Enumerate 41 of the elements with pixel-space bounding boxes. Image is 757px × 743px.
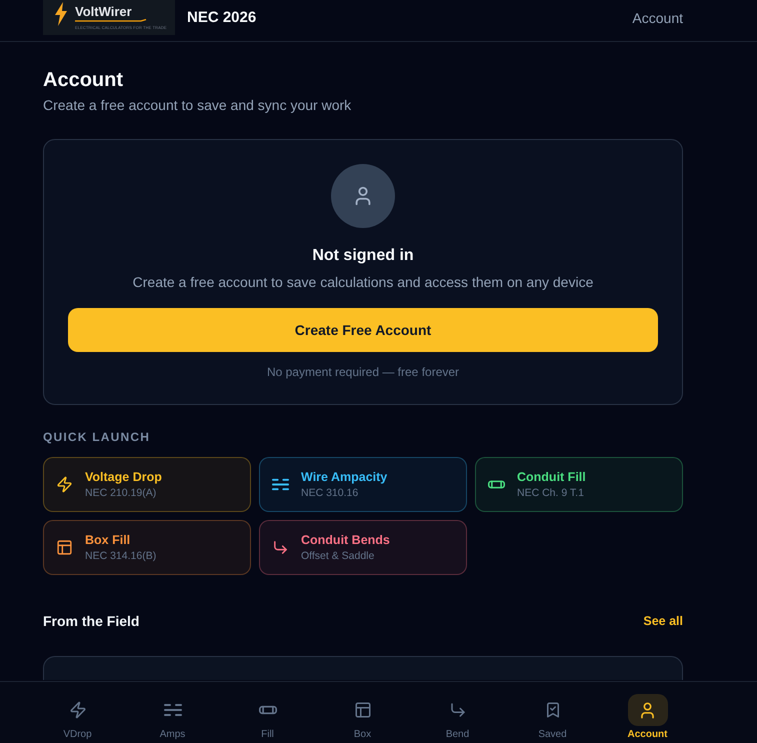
create-account-button[interactable]: Create Free Account: [68, 308, 658, 352]
page-title: Account: [43, 68, 124, 92]
quick-launch-card[interactable]: Conduit Bends Offset & Saddle: [259, 520, 467, 575]
lightning-icon: [68, 701, 86, 719]
swoosh-icon: [75, 19, 147, 23]
section-title: From the Field: [43, 612, 140, 631]
logo-text: VoltWirer: [75, 5, 133, 19]
code-reference: NEC 310.16: [301, 486, 360, 500]
nav-tab[interactable]: Box: [315, 682, 410, 743]
nav-tab[interactable]: Saved: [505, 682, 600, 743]
edition-label: NEC 2026: [187, 9, 256, 26]
corner-arrow-icon: [448, 701, 466, 719]
tool-name: Conduit Bends: [301, 532, 390, 548]
code-reference: NEC 210.19(A): [85, 486, 158, 500]
section-heading: QUICK LAUNCH: [43, 429, 152, 445]
code-reference: Offset & Saddle: [301, 550, 376, 562]
payment-note: No payment required — free forever: [266, 364, 460, 380]
tool-name: Conduit Fill: [517, 470, 586, 484]
nav-tab[interactable]: VDrop: [30, 682, 125, 743]
tool-name: Voltage Drop: [85, 470, 162, 484]
nav-tab[interactable]: Bend: [410, 682, 505, 743]
nav-tab[interactable]: Account: [600, 682, 695, 743]
dashed-lines-icon: [164, 701, 182, 719]
account-link[interactable]: Account: [632, 10, 683, 26]
code-reference: NEC Ch. 9 T.1: [517, 486, 585, 500]
sign-in-message: Create a free account to save calculations and access them on any device: [132, 273, 594, 292]
quick-launch-card[interactable]: Wire Ampacity NEC 310.16: [259, 457, 467, 512]
panel-grid-icon: [354, 701, 372, 719]
sign-in-status: Not signed in: [312, 246, 414, 266]
code-reference: NEC 314.16(B): [85, 550, 156, 562]
quick-launch-card[interactable]: Box Fill NEC 314.16(B): [43, 520, 251, 575]
page-subtitle: Create a free account to save and sync your work: [43, 96, 352, 115]
nav-tab[interactable]: Amps: [125, 682, 220, 743]
see-all-link[interactable]: See all: [643, 614, 683, 628]
tool-name: Box Fill: [85, 532, 132, 548]
nav-tab[interactable]: Fill: [220, 682, 315, 743]
user-icon: [628, 694, 668, 726]
tool-name: Wire Ampacity: [301, 470, 388, 484]
lightning-bolt-icon: [54, 2, 68, 26]
quick-launch-card[interactable]: Conduit Fill NEC Ch. 9 T.1: [475, 457, 683, 512]
quick-launch-card[interactable]: Voltage Drop NEC 210.19(A): [43, 457, 251, 512]
